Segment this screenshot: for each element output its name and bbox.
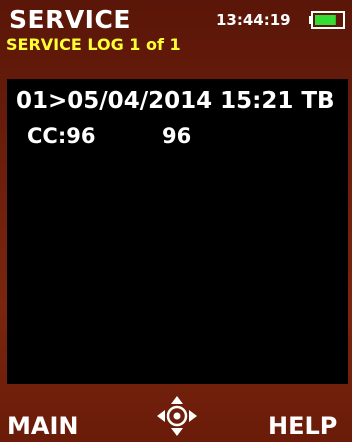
dpad-navigation-icon[interactable] (155, 394, 199, 438)
service-log-subtitle: SERVICE LOG 1 of 1 (6, 35, 181, 54)
log-entry-line[interactable]: 01>05/04/2014 15:21 TB (16, 87, 335, 115)
clock-time: 13:44:19 (216, 11, 291, 29)
log-panel: 01>05/04/2014 15:21 TB CC:96 96 (7, 79, 348, 384)
softkey-bar: MAIN HELP (0, 388, 352, 442)
battery-icon (309, 11, 345, 29)
device-screen: SERVICE 13:44:19 SERVICE LOG 1 of 1 01>0… (0, 0, 352, 442)
cc-label: CC:96 (27, 124, 96, 148)
cc-value: 96 (162, 124, 192, 148)
screen-title: SERVICE (9, 5, 131, 34)
header: SERVICE 13:44:19 SERVICE LOG 1 of 1 (0, 0, 352, 56)
help-softkey[interactable]: HELP (268, 412, 337, 440)
main-softkey[interactable]: MAIN (7, 412, 78, 440)
